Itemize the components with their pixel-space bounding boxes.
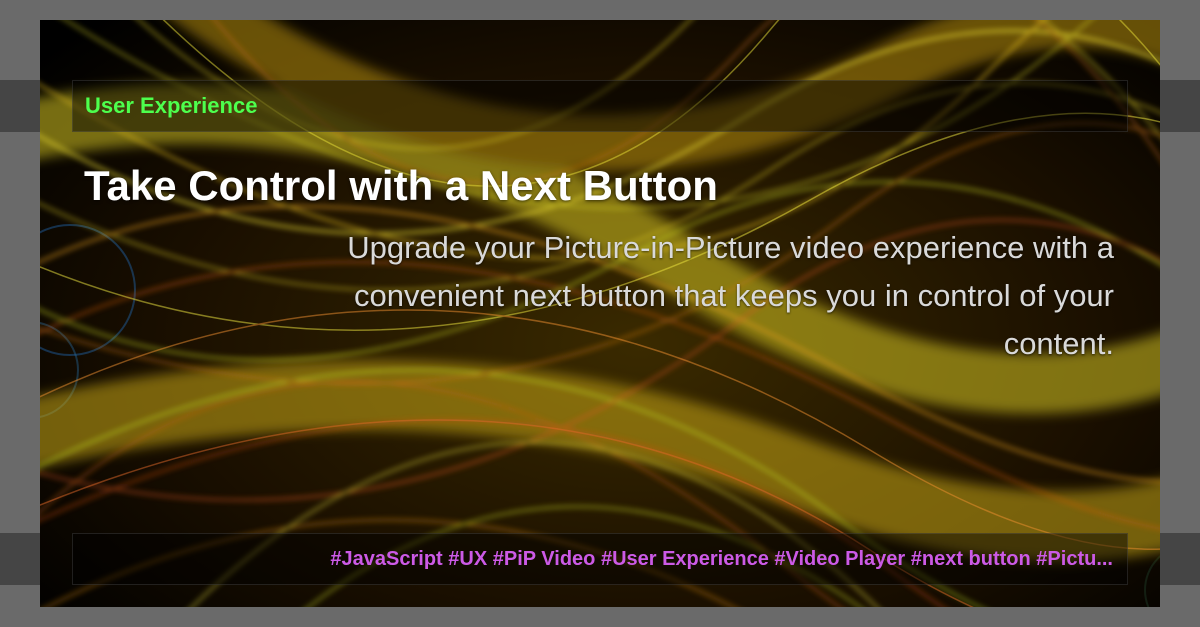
page-title: Take Control with a Next Button	[84, 162, 718, 210]
card-frame: User Experience Take Control with a Next…	[40, 20, 1160, 607]
category-strip: User Experience	[72, 80, 1128, 132]
category-label: User Experience	[85, 93, 257, 119]
subtitle-text: Upgrade your Picture-in-Picture video ex…	[240, 224, 1114, 368]
tags-text: #JavaScript #UX #PiP Video #User Experie…	[330, 548, 1113, 571]
tags-strip: #JavaScript #UX #PiP Video #User Experie…	[72, 533, 1128, 585]
